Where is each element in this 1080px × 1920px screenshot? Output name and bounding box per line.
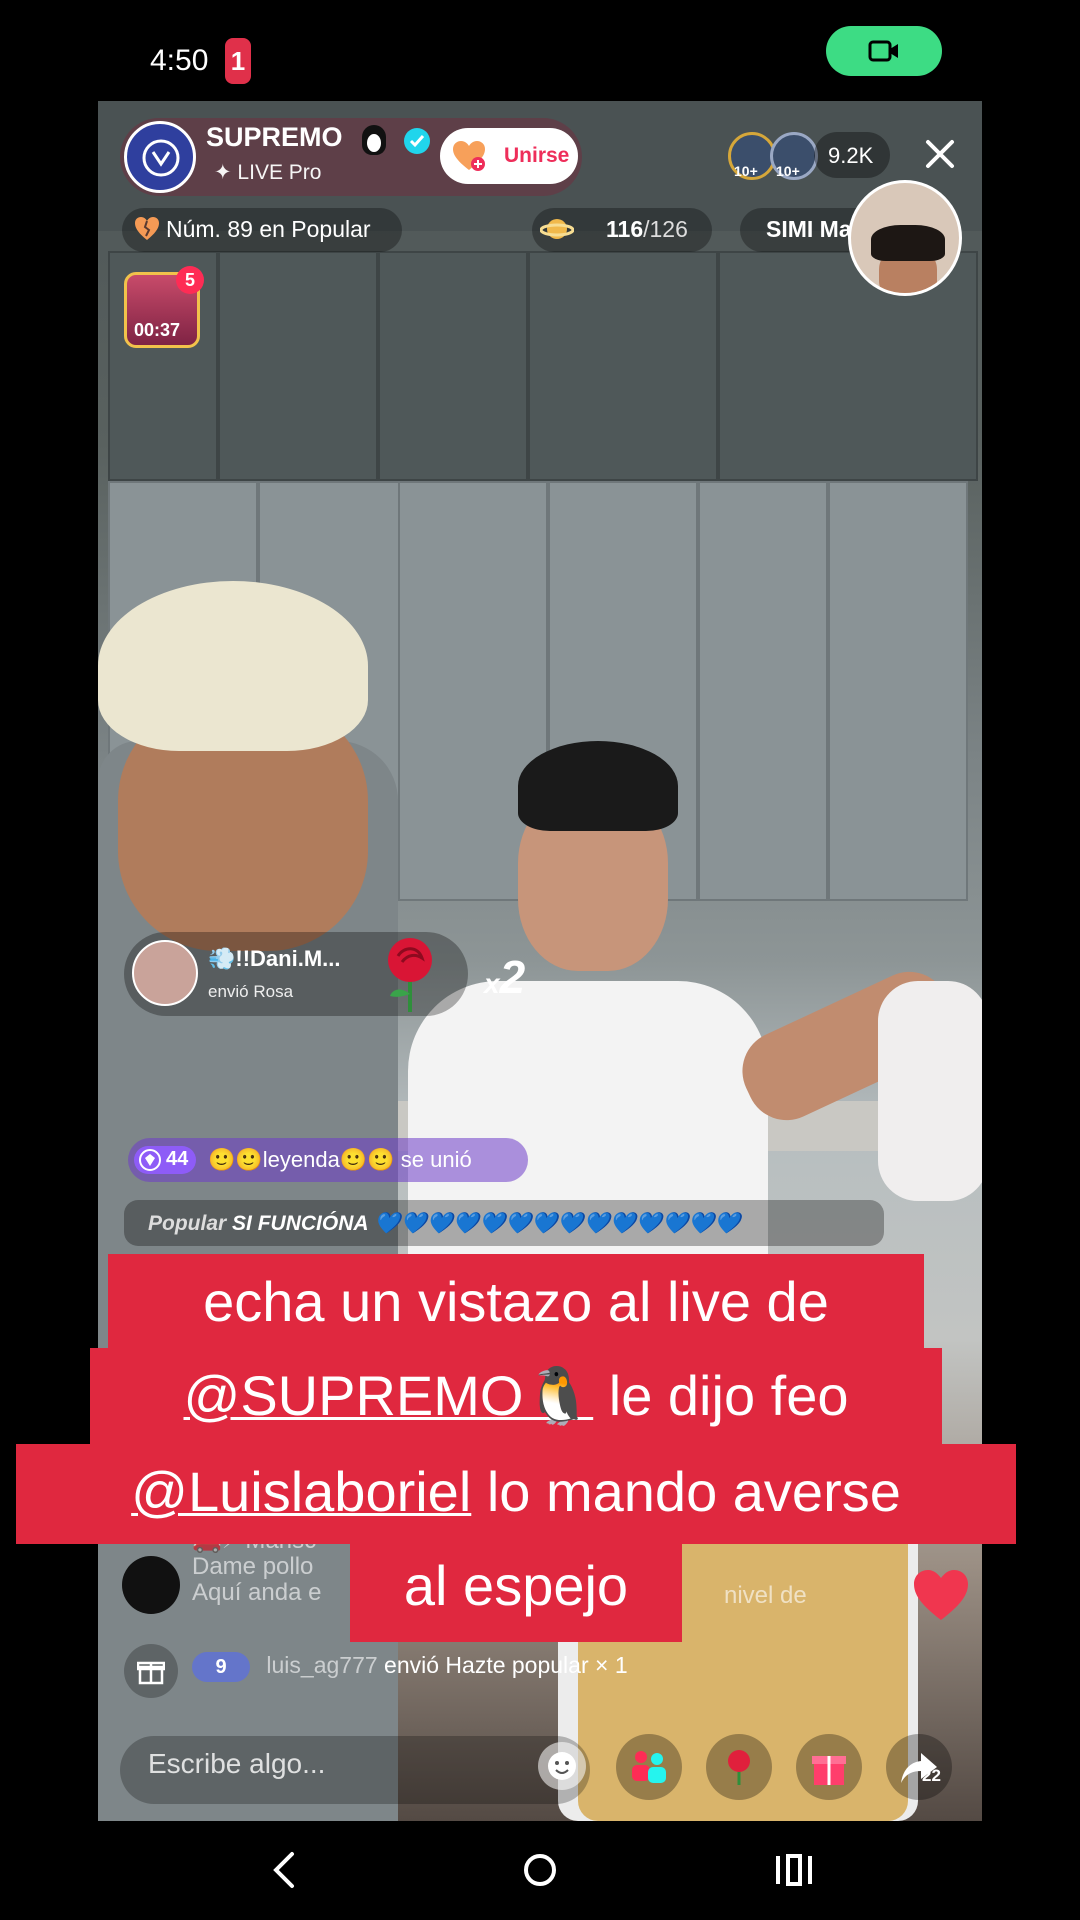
notification-badge: 1 [225,38,251,84]
gift-sent-multiplier: × 1 [595,1652,628,1678]
planet-icon [540,219,574,239]
gift-sender-avatar[interactable] [132,940,198,1006]
penguin-emoji-icon [362,125,386,155]
status-time: 4:50 [150,44,209,77]
gift-sender-level: 9 [192,1652,250,1682]
gift-multiplier-prefix: x [484,968,500,999]
caption-mention[interactable]: @SUPREMO🐧 [183,1364,593,1427]
viewer-badge: 10+ [734,163,758,179]
host-name[interactable]: SUPREMO [206,122,343,153]
comment-line-end: nivel de [724,1582,807,1609]
recent-apps-icon[interactable] [774,1852,814,1888]
video-camera-icon [868,40,898,62]
guest-invite-button[interactable] [616,1734,682,1800]
gift-sent-message: 9 luis_ag777 envió Hazte popular × 1 [192,1652,628,1682]
caption-line: echa un vistazo al live de [108,1254,924,1352]
broken-heart-icon [135,217,159,240]
upper-cabinet [218,251,378,481]
host-logo-icon [142,139,180,177]
verified-icon [404,128,430,154]
comment-line: Dame pollo [192,1553,314,1580]
upper-cabinet [718,251,978,481]
lower-cabinet [698,481,828,901]
ranking-text: Núm. 89 en Popular [166,216,371,242]
gift-box-button[interactable] [124,1644,178,1698]
popular-prefix: Popular [148,1212,227,1235]
level-gem-icon [139,1149,161,1171]
popular-hearts: 💙💙💙💙💙💙💙💙💙💙💙💙💙💙 [374,1212,741,1235]
partner-name: SIMI Ma [766,216,852,242]
upper-cabinet [528,251,718,481]
partner-camera[interactable] [848,180,962,296]
gift-button[interactable] [796,1734,862,1800]
live-pro-badge: ✦ LIVE Pro [214,161,322,184]
person-center-hair [518,741,678,831]
rose-gift-button[interactable] [706,1734,772,1800]
like-heart-icon[interactable] [912,1568,970,1622]
caption-text: le dijo feo [608,1364,849,1427]
close-icon[interactable] [920,134,960,174]
lower-cabinet [828,481,968,901]
joined-text: 🙂🙂leyenda🙂🙂 se unió [208,1147,472,1172]
screen-record-indicator[interactable] [826,26,942,76]
heart-plus-icon [453,141,485,171]
caption-line: @Luislaboriel lo mando averse [16,1444,1016,1544]
caption-line: @SUPREMO🐧 le dijo feo [90,1348,942,1448]
rose-icon [388,938,432,1012]
gift-multiplier: x2 [484,950,525,1004]
user-level: 44 [166,1148,189,1170]
goal-current: 116 [606,216,644,242]
people-icon [632,1751,666,1783]
join-button[interactable]: Unirse [440,128,578,184]
user-level-badge: 44 [134,1146,196,1174]
rose-icon [728,1750,750,1785]
emoji-button[interactable] [538,1742,586,1790]
join-label: Unirse [504,144,570,167]
top-viewer-avatar[interactable]: 10+ [728,132,776,180]
goal-progress: 116/126 [606,216,688,243]
gift-action: envió Rosa [208,982,294,1001]
caption-text: lo mando averse [486,1460,901,1523]
gift-sent-user[interactable]: luis_ag777 [266,1652,377,1678]
viewer-badge: 10+ [776,163,800,179]
person-left-hair [98,581,368,751]
treasure-badge: 5 [176,266,204,294]
caption-mention[interactable]: @Luislaboriel [131,1460,471,1523]
goal-total: /126 [643,216,688,242]
top-viewer-avatar[interactable]: 10+ [770,132,818,180]
treasure-timer: 00:37 [134,320,181,340]
comment-avatar[interactable] [122,1556,180,1614]
caption-line: al espejo [350,1538,682,1642]
comment-line: Aquí anda e [192,1579,322,1606]
share-count: 22 [922,1766,941,1785]
host-avatar[interactable] [124,121,196,193]
comment-input-placeholder[interactable]: Escribe algo... [148,1748,325,1780]
share-button[interactable] [886,1734,952,1800]
gift-icon [812,1756,846,1785]
gift-sender-name[interactable]: 💨!!Dani.M... [208,946,341,972]
gift-box-icon [137,1661,165,1685]
partner-hair [871,225,945,261]
viewer-count: 9.2K [828,143,874,168]
popular-message: Popular SI FUNCIÓNA 💙💙💙💙💙💙💙💙💙💙💙💙💙💙 [148,1212,740,1236]
popular-message-text: SI FUNCIÓNA [232,1212,369,1235]
status-bar: 4:50 1 [0,0,1080,100]
upper-cabinet [378,251,528,481]
emoji-icon [548,1752,576,1780]
gift-multiplier-value: 2 [499,951,526,1003]
orchid-flowers [878,981,982,1201]
gift-sent-text: envió Hazte popular [384,1652,589,1678]
back-icon[interactable] [268,1850,302,1890]
home-icon[interactable] [522,1850,558,1890]
